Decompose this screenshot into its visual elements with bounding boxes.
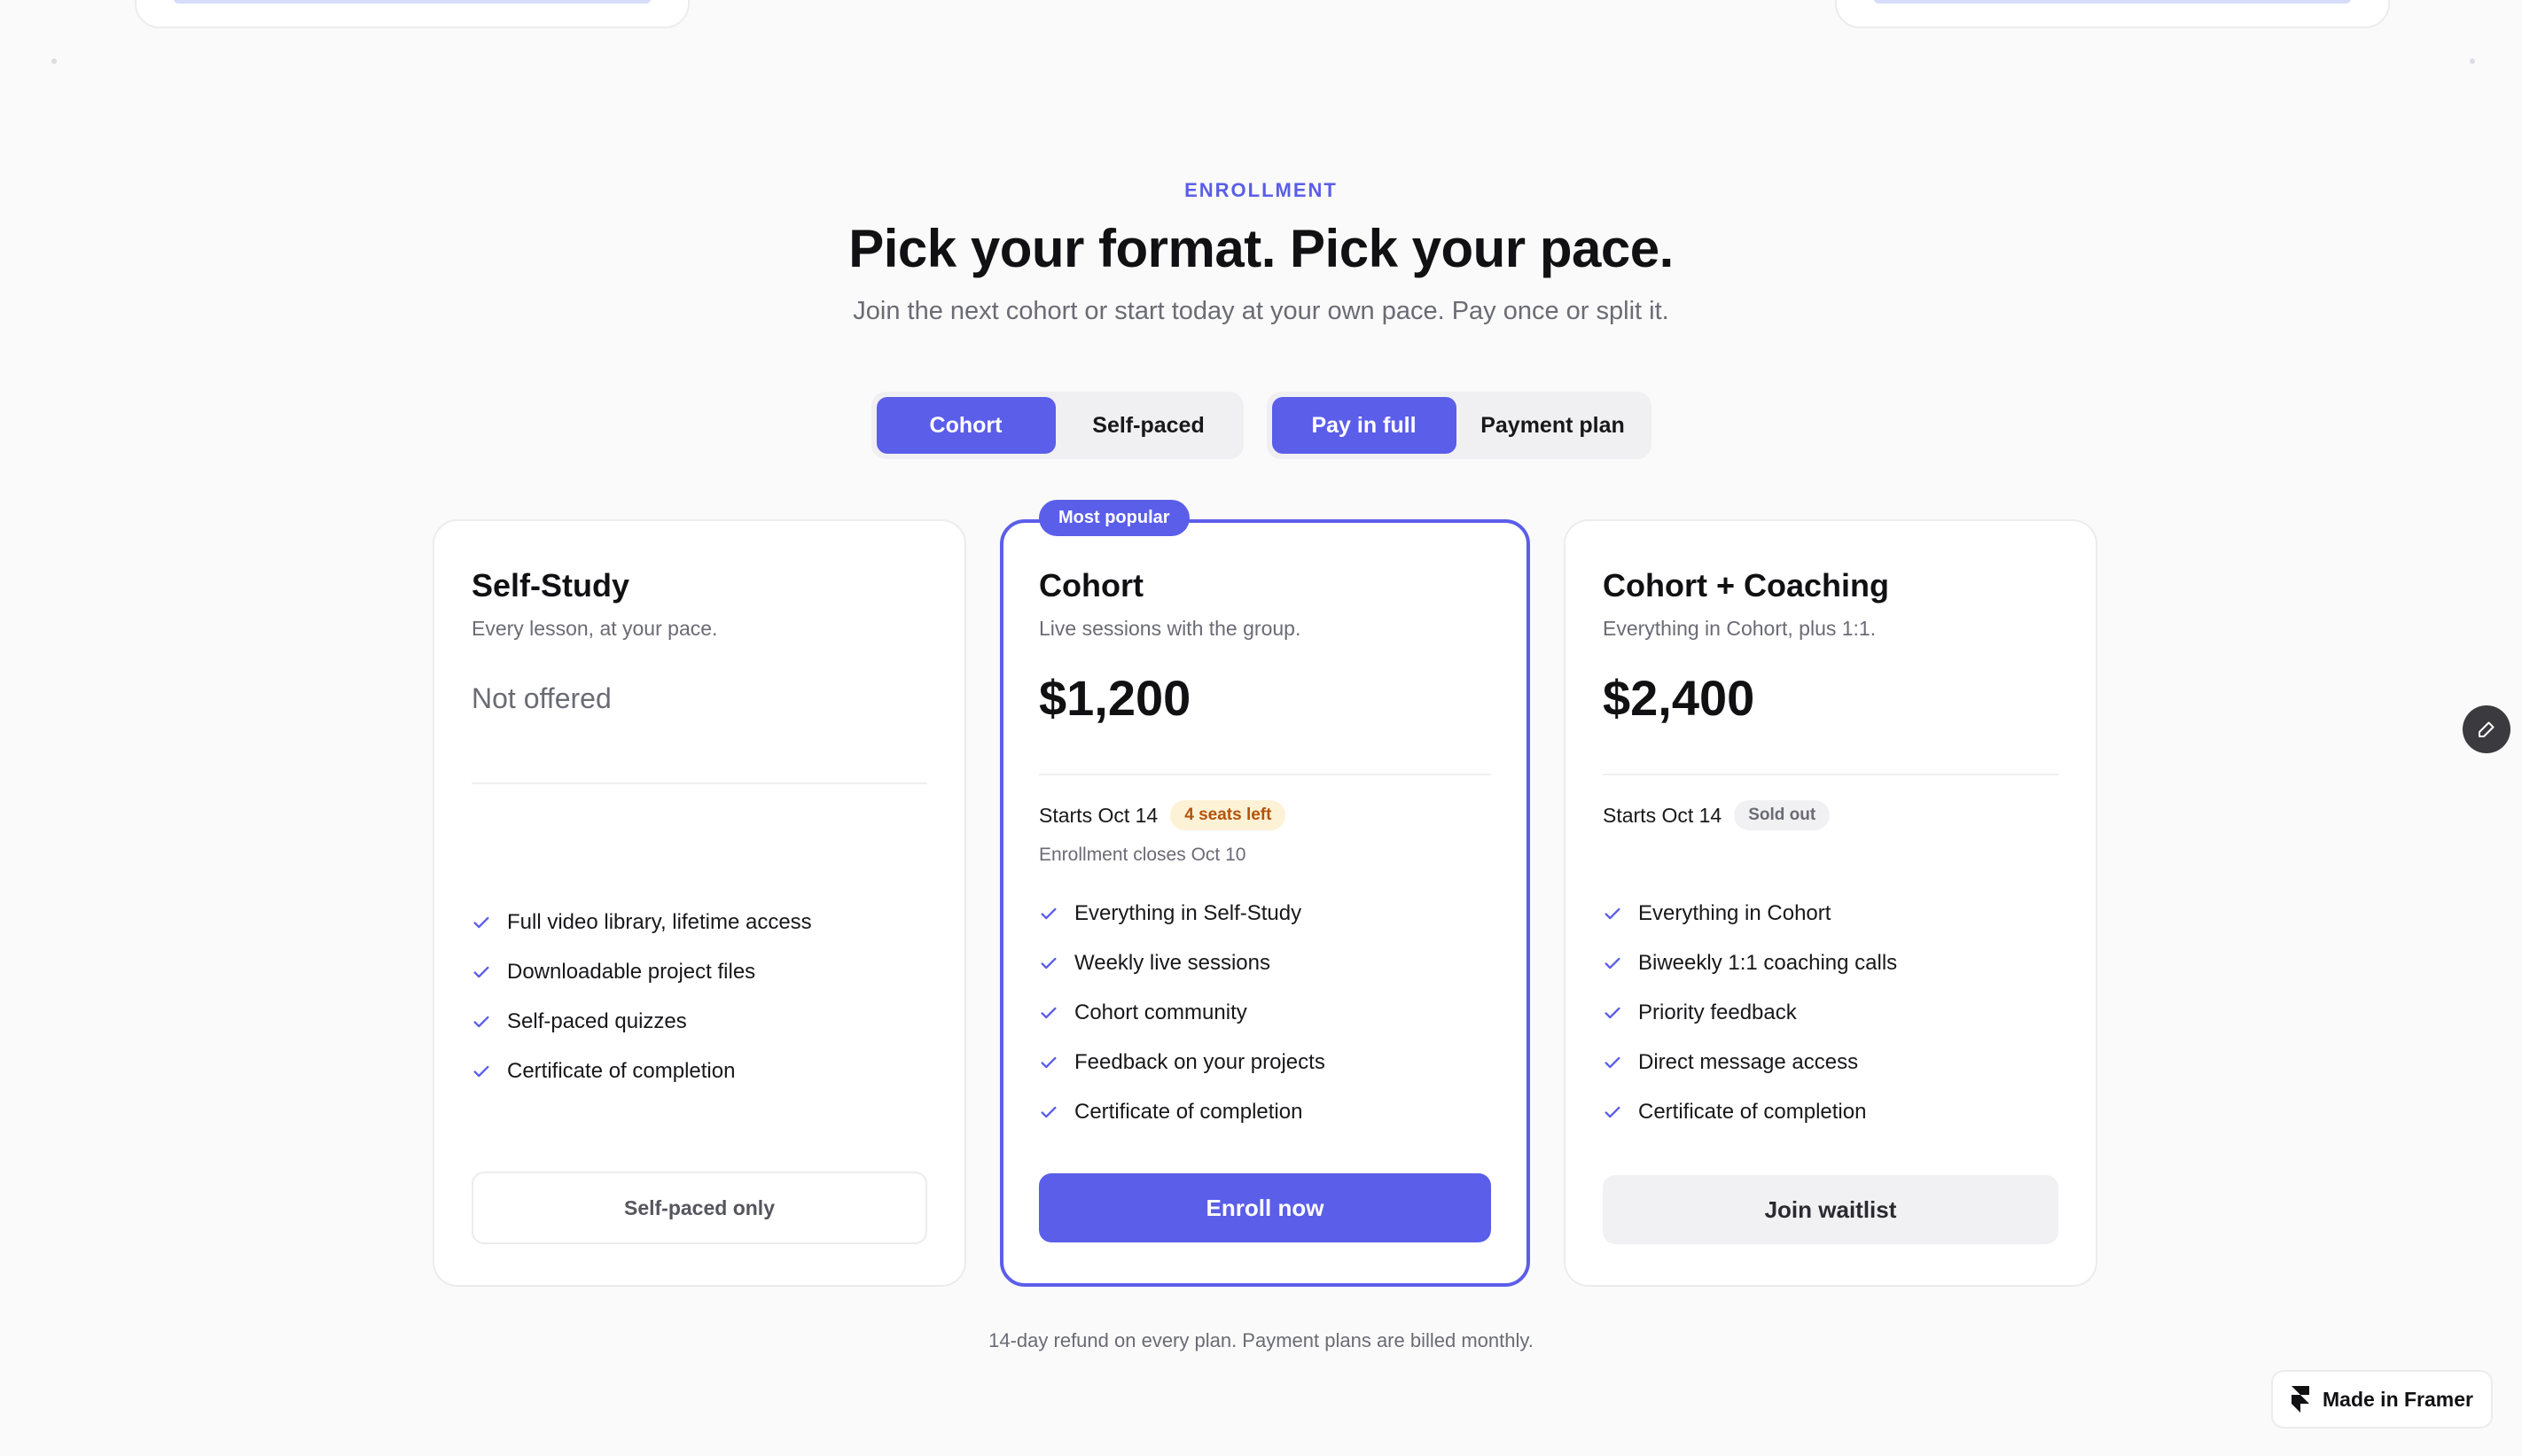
status-badge: Sold out	[1734, 800, 1831, 830]
made-in-framer-badge[interactable]: Made in Framer	[2271, 1370, 2493, 1429]
plan-card-self-study: Self-Study Every lesson, at your pace. N…	[433, 519, 966, 1287]
feature-label: Priority feedback	[1638, 1001, 1797, 1024]
feature-label: Direct message access	[1638, 1050, 1859, 1074]
peek-card-left	[135, 0, 690, 28]
plan-price: Not offered	[472, 682, 612, 714]
feature-item: Priority feedback	[1603, 988, 2058, 1038]
check-icon	[473, 1016, 489, 1028]
toggle-cohort[interactable]: Cohort	[876, 397, 1056, 454]
check-icon	[1605, 1056, 1620, 1069]
plan-meta: Starts Oct 14 Sold out	[1603, 775, 2058, 882]
check-icon	[1605, 1007, 1620, 1019]
start-date: Starts Oct 14	[1039, 803, 1159, 827]
self-paced-only-button[interactable]: Self-paced only	[472, 1172, 927, 1244]
check-icon	[1041, 1056, 1057, 1069]
feature-label: Everything in Self-Study	[1074, 901, 1302, 925]
edit-button[interactable]	[2463, 705, 2510, 753]
plan-tagline: Live sessions with the group.	[1039, 617, 1301, 640]
feature-item: Cohort community	[1039, 988, 1491, 1038]
plan-meta	[472, 784, 927, 891]
start-row: Starts Oct 14 4 seats left	[1039, 800, 1491, 830]
feature-label: Everything in Cohort	[1638, 901, 1831, 925]
check-icon	[1041, 907, 1057, 920]
feature-label: Cohort community	[1074, 1001, 1247, 1024]
feature-item: Downloadable project files	[472, 947, 927, 997]
feature-label: Downloadable project files	[507, 960, 756, 984]
feature-label: Weekly live sessions	[1074, 951, 1270, 975]
plan-name: Cohort	[1039, 567, 1144, 603]
plan-toggles: Cohort Self-paced Pay in full Payment pl…	[0, 392, 2522, 459]
plan-meta: Starts Oct 14 4 seats left Enrollment cl…	[1039, 775, 1491, 882]
join-waitlist-button[interactable]: Join waitlist	[1603, 1175, 2058, 1244]
format-toggle: Cohort Self-paced	[871, 392, 1244, 459]
plan-tagline: Everything in Cohort, plus 1:1.	[1603, 617, 1877, 640]
feature-list: Everything in Self-Study Weekly live ses…	[1039, 889, 1491, 1137]
enrollment-note: Enrollment closes Oct 10	[1039, 845, 1246, 865]
feature-item: Full video library, lifetime access	[472, 898, 927, 947]
page-subtitle: Join the next cohort or start today at y…	[853, 297, 1669, 325]
framer-badge-label: Made in Framer	[2323, 1387, 2473, 1411]
peek-bar	[174, 0, 651, 4]
page-title: Pick your format. Pick your pace.	[848, 219, 1674, 278]
decor-dot	[51, 58, 57, 64]
feature-item: Feedback on your projects	[1039, 1038, 1491, 1087]
check-icon	[1041, 957, 1057, 969]
check-icon	[1605, 957, 1620, 969]
feature-label: Certificate of completion	[1074, 1100, 1303, 1124]
check-icon	[1605, 1106, 1620, 1118]
check-icon	[473, 1065, 489, 1078]
pencil-icon	[2479, 721, 2495, 737]
feature-item: Weekly live sessions	[1039, 938, 1491, 988]
feature-item: Self-paced quizzes	[472, 997, 927, 1047]
check-icon	[1041, 1106, 1057, 1118]
pricing-header: ENROLLMENT Pick your format. Pick your p…	[0, 179, 2522, 326]
feature-label: Full video library, lifetime access	[507, 910, 812, 934]
refund-footnote: 14-day refund on every plan. Payment pla…	[988, 1329, 1534, 1351]
peek-card-right	[1835, 0, 2390, 28]
feature-item: Certificate of completion	[1603, 1087, 2058, 1137]
check-icon	[1605, 907, 1620, 920]
plan-name: Self-Study	[472, 567, 630, 603]
feature-item: Everything in Self-Study	[1039, 889, 1491, 938]
feature-item: Certificate of completion	[472, 1047, 927, 1096]
feature-item: Direct message access	[1603, 1038, 2058, 1087]
check-icon	[473, 916, 489, 929]
decor-dot	[2470, 58, 2475, 64]
pricing-cards: Self-Study Every lesson, at your pace. N…	[433, 500, 2097, 1287]
feature-item: Certificate of completion	[1039, 1087, 1491, 1137]
start-row: Starts Oct 14 Sold out	[1603, 800, 2058, 830]
feature-label: Biweekly 1:1 coaching calls	[1638, 951, 1898, 975]
feature-label: Self-paced quizzes	[507, 1009, 687, 1033]
framer-logo-icon	[2292, 1386, 2309, 1413]
feature-label: Certificate of completion	[507, 1059, 736, 1083]
toggle-pay-in-full[interactable]: Pay in full	[1271, 397, 1456, 454]
feature-list: Full video library, lifetime access Down…	[472, 898, 927, 1096]
plan-name: Cohort + Coaching	[1603, 567, 1889, 603]
feature-list: Everything in Cohort Biweekly 1:1 coachi…	[1603, 889, 2058, 1137]
enroll-now-button[interactable]: Enroll now	[1039, 1173, 1491, 1242]
plan-price: $1,200	[1039, 670, 1191, 726]
plan-tagline: Every lesson, at your pace.	[472, 617, 718, 640]
plan-card-cohort: Most popular Cohort Live sessions with t…	[1000, 500, 1530, 1287]
peek-bar	[1874, 0, 2351, 4]
feature-item: Biweekly 1:1 coaching calls	[1603, 938, 2058, 988]
toggle-self-paced[interactable]: Self-paced	[1059, 397, 1238, 454]
feature-label: Feedback on your projects	[1074, 1050, 1325, 1074]
payment-toggle: Pay in full Payment plan	[1266, 392, 1651, 459]
most-popular-badge: Most popular	[1039, 500, 1190, 536]
plan-card-cohort-coaching: Cohort + Coaching Everything in Cohort, …	[1564, 519, 2097, 1287]
section-eyebrow: ENROLLMENT	[1184, 179, 1338, 201]
check-icon	[473, 966, 489, 978]
check-icon	[1041, 1007, 1057, 1019]
feature-label: Certificate of completion	[1638, 1100, 1867, 1124]
plan-price: $2,400	[1603, 670, 1755, 726]
status-badge: 4 seats left	[1170, 800, 1286, 830]
start-date: Starts Oct 14	[1603, 803, 1722, 827]
toggle-payment-plan[interactable]: Payment plan	[1460, 397, 1646, 454]
feature-item: Everything in Cohort	[1603, 889, 2058, 938]
